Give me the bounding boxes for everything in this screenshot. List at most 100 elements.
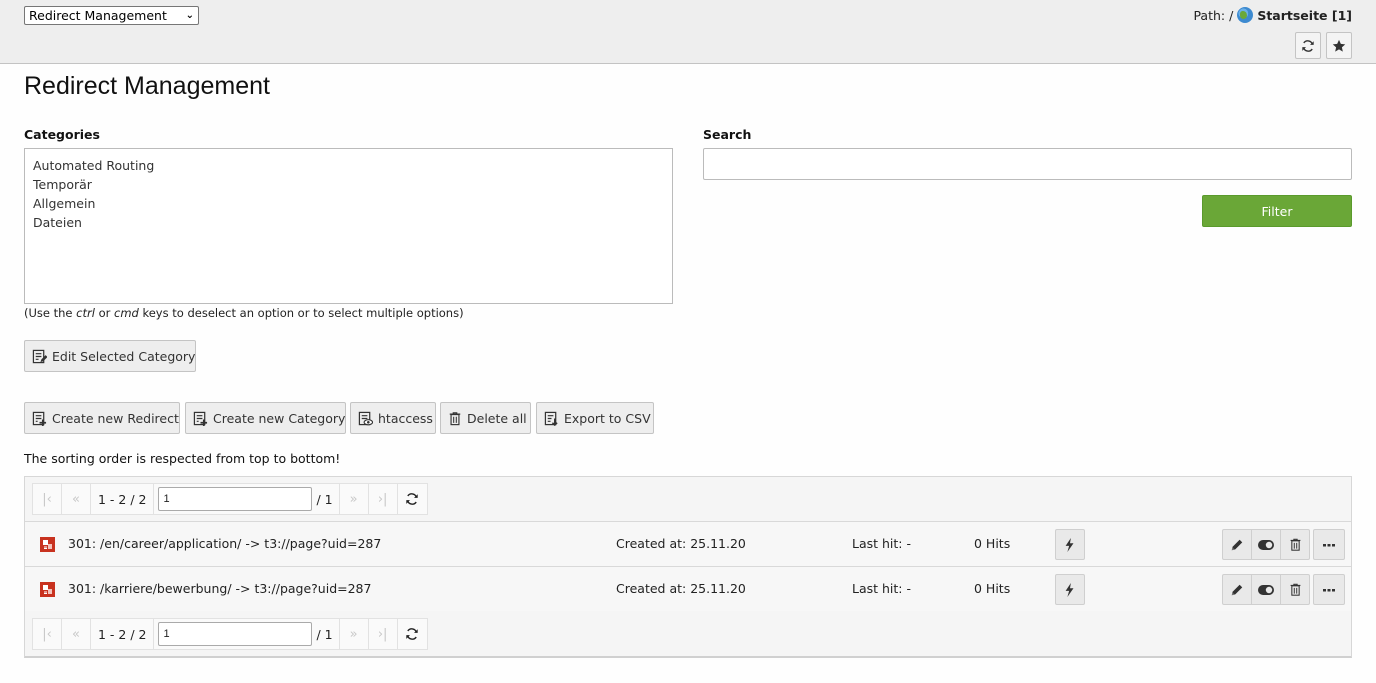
pagination-range: 1 - 2 / 2 — [91, 484, 155, 514]
module-select[interactable]: Redirect Management ⌄ — [24, 6, 199, 25]
category-option[interactable]: Allgemein — [33, 194, 664, 213]
double-chevron-right-icon: » — [349, 626, 358, 642]
hint-key-ctrl: ctrl — [76, 306, 95, 320]
sorting-note: The sorting order is respected from top … — [24, 451, 341, 466]
categories-hint: (Use the ctrl or cmd keys to deselect an… — [24, 306, 464, 320]
next-page-button[interactable]: » — [340, 484, 369, 514]
pagination-top: |‹ « 1 - 2 / 2 / 1 » ›| — [32, 483, 428, 515]
bookmark-button[interactable] — [1326, 32, 1352, 59]
first-page-icon: |‹ — [42, 491, 52, 507]
redirect-last-hit: Last hit: - — [852, 536, 912, 551]
pagination-total: / 1 — [316, 619, 340, 649]
star-icon — [1332, 39, 1346, 52]
hint-text: (Use the — [24, 306, 77, 320]
double-chevron-left-icon: « — [72, 626, 80, 642]
search-input[interactable] — [703, 148, 1352, 180]
refresh-icon — [1302, 39, 1314, 52]
doc-header: Redirect Management ⌄ Path: / Startseite… — [0, 0, 1376, 64]
redirect-created: Created at: 25.11.20 — [616, 536, 746, 551]
reset-hits-button[interactable] — [1055, 574, 1085, 605]
create-redirect-label: Create new Redirect — [52, 410, 179, 426]
document-add-icon — [193, 411, 208, 426]
delete-button[interactable] — [1280, 574, 1310, 605]
refresh-icon — [406, 628, 418, 640]
redirect-record-icon — [40, 582, 55, 597]
page-number-input[interactable] — [158, 487, 313, 511]
module-select-value: Redirect Management — [29, 8, 167, 23]
edit-selected-category-label: Edit Selected Category — [52, 348, 196, 364]
ellipsis-icon — [1323, 543, 1335, 546]
redirect-hits: 0 Hits — [974, 581, 1011, 596]
reset-hits-button[interactable] — [1055, 529, 1085, 560]
document-add-icon — [32, 411, 47, 426]
pagination-total: / 1 — [316, 484, 340, 514]
hint-text: keys to deselect an option or to select … — [138, 306, 464, 320]
refresh-icon — [406, 493, 418, 505]
last-page-icon: ›| — [377, 491, 388, 507]
redirect-hits: 0 Hits — [974, 536, 1011, 551]
path-label: Path: / — [1193, 7, 1234, 23]
record-actions — [1222, 574, 1310, 605]
globe-icon — [1237, 7, 1254, 23]
search-label: Search — [703, 127, 752, 142]
delete-all-label: Delete all — [467, 410, 527, 426]
redirect-description: 301: /karriere/bewerbung/ -> t3://page?u… — [68, 581, 372, 596]
first-page-button[interactable]: |‹ — [33, 484, 62, 514]
page-number-input[interactable] — [158, 622, 313, 646]
double-chevron-left-icon: « — [72, 491, 80, 507]
redirect-description: 301: /en/career/application/ -> t3://pag… — [68, 536, 382, 551]
previous-page-button[interactable]: « — [62, 484, 91, 514]
redirect-record-icon — [40, 537, 55, 552]
page-title: Redirect Management — [24, 72, 270, 100]
htaccess-label: htaccess — [378, 410, 433, 426]
export-csv-label: Export to CSV — [564, 410, 651, 426]
toggle-visibility-button[interactable] — [1251, 574, 1281, 605]
export-csv-button[interactable]: Export to CSV — [536, 402, 654, 434]
previous-page-button[interactable]: « — [62, 619, 91, 649]
last-page-button[interactable]: ›| — [369, 484, 398, 514]
lightning-icon — [1065, 582, 1074, 597]
hint-text: or — [94, 306, 114, 320]
create-redirect-button[interactable]: Create new Redirect — [24, 402, 180, 434]
create-category-label: Create new Category — [213, 410, 346, 426]
first-page-icon: |‹ — [42, 626, 52, 642]
first-page-button[interactable]: |‹ — [33, 619, 62, 649]
record-actions — [1222, 529, 1310, 560]
trash-icon — [1290, 583, 1300, 596]
htaccess-button[interactable]: htaccess — [350, 402, 436, 434]
next-page-button[interactable]: » — [340, 619, 369, 649]
edit-selected-category-button[interactable]: Edit Selected Category — [24, 340, 196, 372]
delete-all-button[interactable]: Delete all — [440, 402, 531, 434]
lightning-icon — [1065, 537, 1074, 552]
edit-button[interactable] — [1222, 574, 1252, 605]
double-chevron-right-icon: » — [349, 491, 358, 507]
last-page-button[interactable]: ›| — [369, 619, 398, 649]
edit-button[interactable] — [1222, 529, 1252, 560]
filter-button[interactable]: Filter — [1202, 195, 1352, 227]
pencil-icon — [1231, 584, 1243, 595]
categories-multiselect[interactable]: Automated Routing Temporär Allgemein Dat… — [24, 148, 673, 304]
breadcrumb: Path: / Startseite [1] — [1193, 7, 1352, 23]
reload-button[interactable] — [1295, 32, 1321, 59]
last-page-icon: ›| — [377, 626, 388, 642]
pagination-bottom: |‹ « 1 - 2 / 2 / 1 » ›| — [32, 618, 428, 650]
ellipsis-icon — [1323, 588, 1335, 591]
create-category-button[interactable]: Create new Category — [185, 402, 346, 434]
document-view-icon — [358, 411, 373, 425]
toggle-visibility-button[interactable] — [1251, 529, 1281, 560]
delete-button[interactable] — [1280, 529, 1310, 560]
refresh-list-button[interactable] — [398, 619, 427, 649]
more-actions-button[interactable] — [1313, 574, 1345, 605]
path-page-title[interactable]: Startseite [1] — [1257, 8, 1352, 23]
category-option[interactable]: Temporär — [33, 175, 664, 194]
redirect-row: 301: /karriere/bewerbung/ -> t3://page?u… — [25, 566, 1351, 611]
category-option[interactable]: Dateien — [33, 213, 664, 232]
refresh-list-button[interactable] — [398, 484, 427, 514]
more-actions-button[interactable] — [1313, 529, 1345, 560]
document-export-icon — [544, 411, 558, 426]
redirect-last-hit: Last hit: - — [852, 581, 912, 596]
redirect-list-panel: |‹ « 1 - 2 / 2 / 1 » ›| 301: /en/career/… — [24, 476, 1352, 658]
redirect-created: Created at: 25.11.20 — [616, 581, 746, 596]
category-option[interactable]: Automated Routing — [33, 156, 664, 175]
edit-list-icon — [32, 349, 47, 363]
